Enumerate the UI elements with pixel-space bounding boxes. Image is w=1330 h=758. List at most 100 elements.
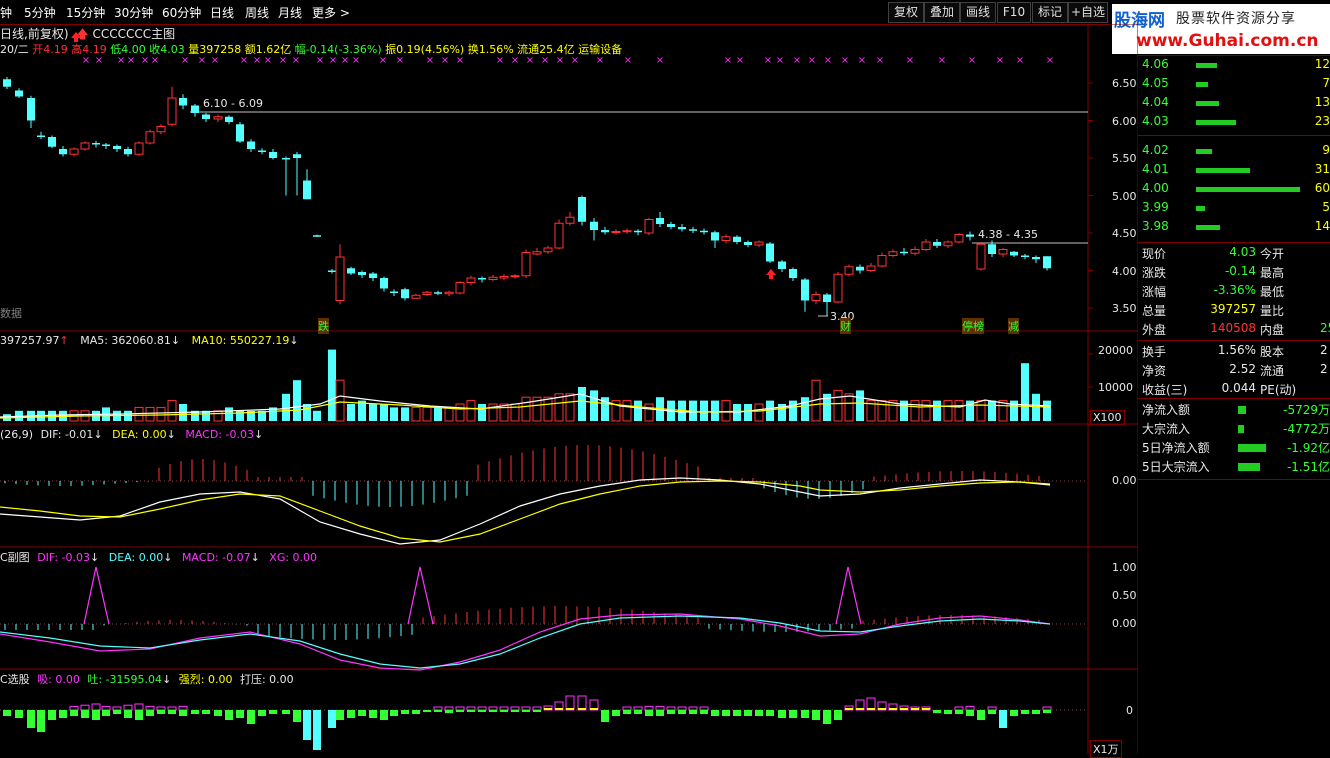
volume-bar xyxy=(976,400,986,422)
event-tag[interactable]: 跌 xyxy=(318,318,329,334)
select-qiang-mark xyxy=(900,708,908,710)
pink-x-marker: × xyxy=(841,55,849,66)
pink-x-marker: × xyxy=(441,55,449,66)
select-tu-bar xyxy=(478,710,486,712)
add-watchlist-button[interactable]: +自选 xyxy=(1068,2,1108,23)
select-tu-bar xyxy=(456,710,464,712)
f10-button[interactable]: F10 xyxy=(997,2,1031,23)
pink-x-marker: × xyxy=(82,55,90,66)
select-tu-bar xyxy=(258,710,266,716)
price-tick: 4.50 xyxy=(1112,227,1137,240)
candlestick-series xyxy=(3,77,1051,316)
flow-bar xyxy=(1238,425,1244,433)
adjust-button[interactable]: 复权 xyxy=(888,2,924,23)
order-price: 4.04 xyxy=(1142,95,1169,109)
event-tag[interactable]: 停榜 xyxy=(962,318,984,334)
tab-more[interactable]: 更多 > xyxy=(312,4,350,21)
pink-x-marker: × xyxy=(211,55,219,66)
volume-bar xyxy=(1021,363,1029,421)
price-tick: 5.50 xyxy=(1112,152,1137,165)
select-tu-bar xyxy=(533,710,541,712)
candle-body xyxy=(601,230,609,233)
tab-monthly[interactable]: 月线 xyxy=(278,4,302,21)
order-price: 4.05 xyxy=(1142,76,1169,90)
order-book-row[interactable]: 4.04 13 xyxy=(1142,95,1330,113)
tab-minute[interactable]: 钟 xyxy=(0,4,12,21)
tab-daily[interactable]: 日线 xyxy=(210,4,234,21)
quote-label: 现价 xyxy=(1142,247,1167,261)
pink-x-marker: × xyxy=(396,55,404,66)
order-volume-bar xyxy=(1196,149,1212,154)
event-tag[interactable]: 减 xyxy=(1008,318,1019,334)
select-qiang-mark xyxy=(845,708,853,710)
order-book-row[interactable]: 4.02 9 xyxy=(1142,143,1330,161)
mark-button[interactable]: 标记 xyxy=(1032,2,1068,23)
pink-x-marker: × xyxy=(426,55,434,66)
select-xi-bar xyxy=(510,706,520,711)
candle-body xyxy=(124,149,132,155)
pink-x-marker: × xyxy=(198,55,206,66)
draw-button[interactable]: 画线 xyxy=(960,2,996,23)
select-tu-bar xyxy=(1032,710,1040,714)
order-book-row[interactable]: 4.06 12 xyxy=(1142,57,1330,75)
order-book-row[interactable]: 4.01 31 xyxy=(1142,162,1330,180)
macd2-dea: DEA: 0.00 xyxy=(108,551,164,564)
select-tu-bar xyxy=(700,710,708,714)
flow-label: 大宗流入 xyxy=(1142,422,1191,436)
candle-body xyxy=(656,218,664,224)
select-tu-bar xyxy=(678,710,686,714)
chart-canvas[interactable]: × × × × × × × × × × × × × × × × × × × × × × × × × × × × × × × × × × × × × × × ×… xyxy=(0,24,1138,754)
select-tu-bar xyxy=(347,710,355,718)
candle-body xyxy=(578,197,586,222)
flow-value: -4772万 xyxy=(1283,422,1330,436)
overlay-button[interactable]: 叠加 xyxy=(924,2,960,23)
select-qiang: 强烈: 0.00 xyxy=(178,673,233,686)
fund-flow-row: 大宗流入 -4772万 xyxy=(1142,420,1330,438)
candle-body xyxy=(1021,255,1029,257)
order-book-row[interactable]: 4.00 60 xyxy=(1142,181,1330,199)
quote-row: 涨跌 -0.14 最高 xyxy=(1142,264,1330,282)
macd2-series xyxy=(0,566,1051,671)
candle-body xyxy=(102,144,110,146)
order-price: 3.99 xyxy=(1142,200,1169,214)
order-book-divider xyxy=(1138,479,1330,480)
tab-weekly[interactable]: 周线 xyxy=(245,4,269,21)
select-tu-bar xyxy=(744,710,752,716)
pink-x-marker: × xyxy=(141,55,149,66)
order-book-row[interactable]: 4.05 7 xyxy=(1142,76,1330,94)
pink-x-marker: × xyxy=(456,55,464,66)
logo-tagline: 股票软件资源分享 xyxy=(1176,11,1296,27)
select-tu-bar xyxy=(1043,710,1051,713)
select-tu-bar xyxy=(179,710,187,716)
volume-tick: 20000 xyxy=(1098,344,1133,357)
order-book-row[interactable]: 3.99 5 xyxy=(1142,200,1330,218)
select-xi-bar xyxy=(987,706,997,711)
up-arrow-icon xyxy=(766,269,776,279)
candle-body xyxy=(778,261,786,269)
macd-series xyxy=(0,445,1051,545)
select-tu-bar xyxy=(146,710,154,716)
select-tu-bar xyxy=(511,710,519,712)
pink-x-marker: × xyxy=(824,55,832,66)
tab-15min[interactable]: 15分钟 xyxy=(66,4,105,21)
volume-bar xyxy=(145,406,155,422)
select-tu-bar xyxy=(102,710,110,716)
quote-label: 换手 xyxy=(1142,345,1167,359)
tab-60min[interactable]: 60分钟 xyxy=(162,4,201,21)
volume-bar xyxy=(711,400,719,421)
volume-bar xyxy=(933,400,941,421)
flow-bar xyxy=(1238,463,1260,471)
tab-5min[interactable]: 5分钟 xyxy=(24,4,56,21)
select-tu-bar xyxy=(81,710,89,718)
fund-flow-row: 5日净流入额 -1.92亿 xyxy=(1142,439,1330,457)
order-book-row[interactable]: 3.98 14 xyxy=(1142,219,1330,237)
event-tag[interactable]: 财 xyxy=(840,318,851,334)
select-xi-bar xyxy=(466,706,476,711)
order-volume: 5 xyxy=(1322,200,1330,214)
candle-body xyxy=(521,252,531,277)
order-book-row[interactable]: 4.03 23 xyxy=(1142,114,1330,132)
tab-30min[interactable]: 30分钟 xyxy=(114,4,153,21)
select-tu-bar xyxy=(612,710,620,716)
select-tu-bar xyxy=(293,710,301,722)
quote-value: 0.044 xyxy=(1221,381,1256,395)
